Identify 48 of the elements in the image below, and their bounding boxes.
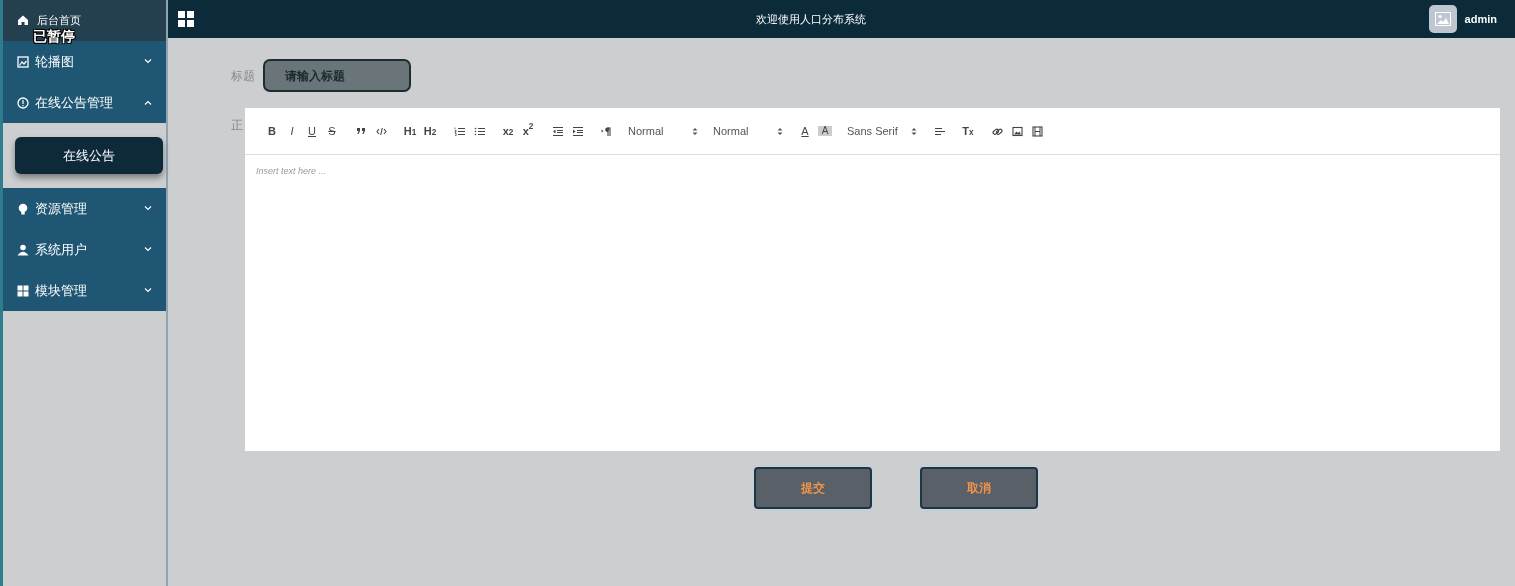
format-button[interactable]: x$_{2}$ <box>501 125 515 137</box>
grid-icon[interactable] <box>178 11 194 27</box>
format-button[interactable]: x$^{2}$ <box>521 125 535 137</box>
sidebar-item[interactable]: 在线公告管理 <box>3 82 166 123</box>
title-label: 标题 <box>231 67 255 85</box>
grid-icon <box>17 284 29 297</box>
code-icon[interactable] <box>374 125 388 137</box>
page-title: 欢迎使用人口分布系统 <box>756 13 867 26</box>
video-icon[interactable] <box>1030 125 1044 137</box>
title-field[interactable]: 请输入标题 <box>263 59 411 92</box>
format-button[interactable]: H$_{1}$ <box>403 125 417 137</box>
indent-icon[interactable] <box>570 125 584 137</box>
format-picker[interactable]: Normal <box>713 125 783 137</box>
format-button[interactable]: T$_{x}$ <box>961 125 975 137</box>
bullet-list-icon[interactable] <box>472 125 486 137</box>
text-color-button[interactable]: A <box>798 125 812 137</box>
text-direction-icon[interactable] <box>599 125 613 137</box>
image-icon[interactable] <box>1010 125 1024 137</box>
sidebar-item[interactable]: 资源管理 <box>3 188 166 229</box>
quote-icon[interactable] <box>354 125 368 137</box>
up-down-arrow-icon <box>777 126 783 136</box>
ordered-list-icon[interactable] <box>452 125 466 137</box>
user-name[interactable]: admin <box>1464 10 1497 28</box>
sidebar-item[interactable]: 模块管理 <box>3 270 166 311</box>
home-icon <box>17 14 29 27</box>
link-icon[interactable] <box>990 125 1004 137</box>
format-picker[interactable]: Sans Serif <box>847 125 917 137</box>
user-icon <box>17 243 29 256</box>
outdent-icon[interactable] <box>550 125 564 137</box>
sidebar-subitem[interactable]: 在线公告 <box>15 137 163 174</box>
image-icon <box>17 55 29 68</box>
background-color-button[interactable]: A <box>818 126 832 136</box>
info-icon <box>17 96 29 109</box>
strikethrough-button[interactable]: S <box>325 125 339 137</box>
paused-label: 已暂停 <box>33 29 75 43</box>
lightbulb-icon <box>17 202 29 215</box>
italic-button[interactable]: I <box>285 125 299 137</box>
format-picker[interactable]: Normal <box>628 125 698 137</box>
up-down-arrow-icon <box>911 126 917 136</box>
format-button[interactable]: H$_{2}$ <box>423 125 437 137</box>
underline-button[interactable]: U <box>305 125 319 137</box>
align-left-icon[interactable] <box>932 125 946 137</box>
bold-button[interactable]: B <box>265 125 279 137</box>
body-label: 正 <box>231 117 244 134</box>
home-link[interactable]: 后台首页 <box>17 12 166 29</box>
sidebar-item[interactable]: 系统用户 <box>3 229 166 270</box>
avatar-icon[interactable] <box>1428 5 1457 33</box>
up-down-arrow-icon <box>692 126 698 136</box>
